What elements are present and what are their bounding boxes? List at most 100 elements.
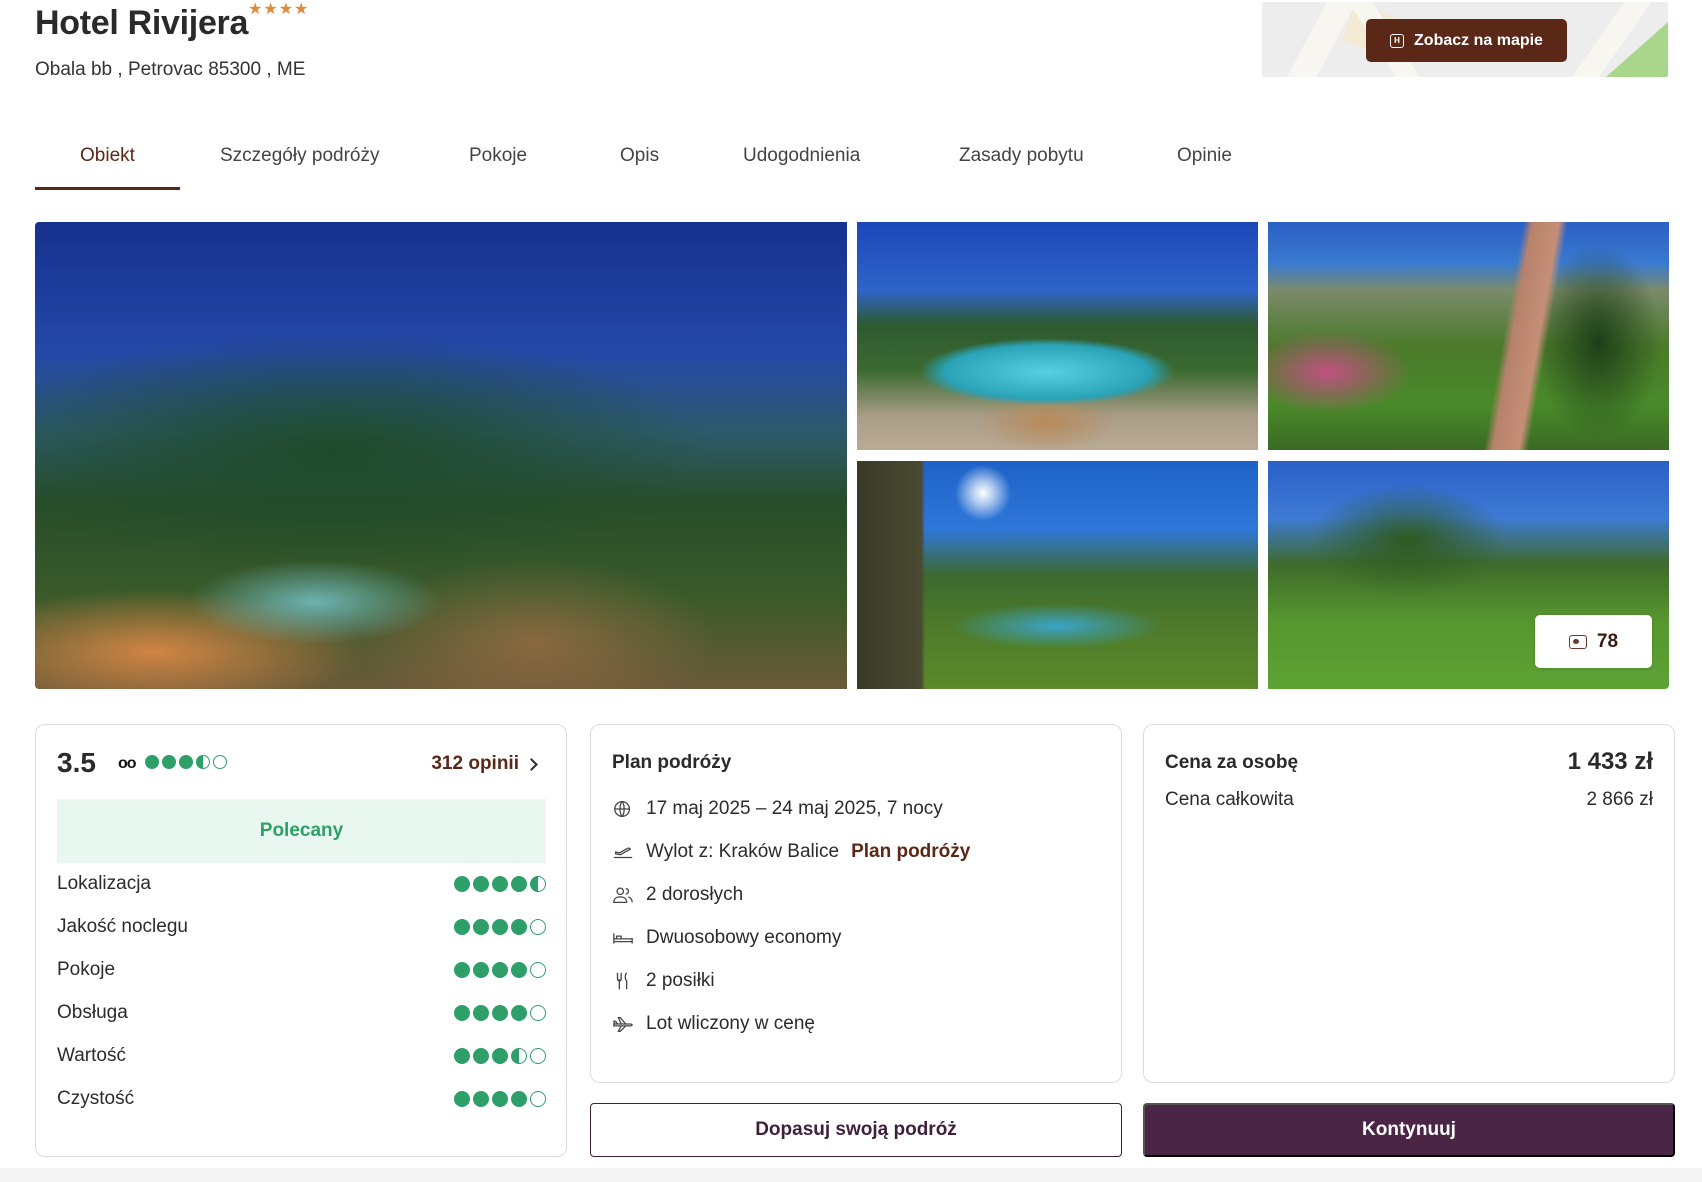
tab-description[interactable]: Opis (588, 128, 705, 190)
map-park (1606, 22, 1668, 77)
cutlery-icon (612, 970, 634, 992)
trip-dates-row: 17 maj 2025 – 24 maj 2025, 7 nocy (612, 798, 943, 820)
criteria-label: Wartość (57, 1045, 126, 1066)
criteria-label: Obsługa (57, 1002, 128, 1023)
room-row: Dwuosobowy economy (612, 927, 841, 949)
show-on-map-label: Zobacz na mapie (1414, 31, 1543, 49)
tab-trip-details[interactable]: Szczegóły podróży (180, 128, 442, 190)
flight-included-row: Lot wliczony w cenę (612, 1013, 815, 1035)
rating-dot (511, 1048, 527, 1064)
rating-dot (473, 876, 489, 892)
criteria-dots (454, 876, 546, 892)
rating-dot (454, 1048, 470, 1064)
gallery-count-button[interactable]: 78 (1535, 615, 1652, 668)
hotel-map-icon: H (1390, 33, 1405, 48)
criteria-dots (454, 1005, 546, 1021)
plane-icon (612, 1013, 634, 1035)
price-per-person-value: 1 433 zł (1567, 748, 1653, 775)
flight-included-text: Lot wliczony w cenę (646, 1013, 815, 1034)
star-rating: ★★★★ (248, 1, 310, 18)
room-text: Dwuosobowy economy (646, 927, 842, 948)
total-price-label: Cena całkowita (1165, 789, 1294, 810)
main-hotel-photo[interactable] (35, 222, 847, 689)
rating-dot (492, 962, 508, 978)
criteria-dots (454, 962, 546, 978)
rating-dot (473, 1005, 489, 1021)
rating-dot (530, 962, 546, 978)
rating-dot (162, 755, 176, 769)
hotel-title: Hotel Rivijera (35, 4, 249, 42)
adjust-trip-button[interactable]: Dopasuj swoją podróż (590, 1103, 1122, 1157)
criteria-dots (454, 919, 546, 935)
price-per-person-label: Cena za osobę (1165, 752, 1299, 773)
rating-dot (511, 1091, 527, 1107)
criteria-row: Czystość (57, 1088, 546, 1110)
rating-dot (511, 1005, 527, 1021)
meals-row: 2 posiłki (612, 970, 715, 992)
departure-text: Wylot z: Kraków Balice (646, 841, 840, 862)
tab-house-rules[interactable]: Zasady pobytu (919, 128, 1137, 190)
criteria-row: Obsługa (57, 1002, 546, 1024)
meals-text: 2 posiłki (646, 970, 715, 991)
chevron-right-icon (525, 757, 538, 771)
continue-button[interactable]: Kontynuuj (1143, 1103, 1675, 1157)
rating-dot (473, 1091, 489, 1107)
page-footer-strip (0, 1168, 1702, 1182)
criteria-label: Czystość (57, 1088, 135, 1109)
tab-obiekt[interactable]: Obiekt (35, 128, 180, 190)
rating-dot (530, 876, 546, 892)
rating-dot (454, 1005, 470, 1021)
rating-dot (213, 755, 227, 769)
garden-path-photo[interactable] (1268, 222, 1669, 450)
criteria-label: Pokoje (57, 959, 116, 980)
rating-dot (530, 1005, 546, 1021)
criteria-label: Jakość noclegu (57, 916, 188, 937)
rating-score: 3.5 (57, 747, 96, 778)
rating-dot (473, 1048, 489, 1064)
gallery-icon (1568, 634, 1587, 649)
gallery-count: 78 (1596, 630, 1619, 652)
criteria-label: Lokalizacja (57, 873, 151, 894)
total-price-value: 2 866 zł (1586, 789, 1653, 810)
trip-dates: 17 maj 2025 – 24 maj 2025, 7 nocy (646, 798, 943, 819)
travellers-row: 2 dorosłych (612, 884, 743, 906)
rating-dot (473, 919, 489, 935)
rating-dot (145, 755, 159, 769)
reviews-link-label: 312 opinii (431, 753, 519, 774)
show-on-map-button[interactable]: H Zobacz na mapie (1366, 19, 1567, 62)
recommended-badge: Polecany (57, 799, 546, 863)
rating-dot (530, 919, 546, 935)
criteria-row: Pokoje (57, 959, 546, 981)
rating-dot (530, 1091, 546, 1107)
criteria-row: Wartość (57, 1045, 546, 1067)
tab-amenities[interactable]: Udogodnienia (705, 128, 919, 190)
trip-plan-card: Plan podróży 17 maj 2025 – 24 maj 2025, … (590, 724, 1122, 1083)
map-preview[interactable]: H Zobacz na mapie (1262, 2, 1668, 77)
rating-dot (473, 962, 489, 978)
criteria-dots (454, 1048, 546, 1064)
tripadvisor-dots (145, 755, 227, 769)
tab-reviews[interactable]: Opinie (1137, 128, 1257, 190)
bed-icon (612, 927, 634, 949)
pool-sun-photo[interactable] (857, 461, 1258, 689)
travellers-text: 2 dorosłych (646, 884, 744, 905)
section-tabs: Obiekt Szczegóły podróży Pokoje Opis Udo… (35, 128, 1257, 190)
rating-dot (492, 1048, 508, 1064)
hotel-address: Obala bb , Petrovac 85300 , ME (35, 59, 306, 80)
rating-dot (492, 1005, 508, 1021)
reviews-link[interactable]: 312 opinii (431, 753, 538, 775)
rating-dot (492, 1091, 508, 1107)
rating-dot (530, 1048, 546, 1064)
criteria-dots (454, 1091, 546, 1107)
criteria-row: Jakość noclegu (57, 916, 546, 938)
departure-row: Wylot z: Kraków Balice Plan podróży (612, 841, 970, 863)
rating-dot (179, 755, 193, 769)
pool-night-photo[interactable] (857, 222, 1258, 450)
trip-plan-link[interactable]: Plan podróży (851, 841, 970, 863)
rating-dot (454, 876, 470, 892)
people-icon (612, 884, 634, 906)
rating-dot (492, 876, 508, 892)
rating-card: 3.5 oo 312 opinii Polecany Lokalizacja J… (35, 724, 567, 1157)
rating-dot (454, 962, 470, 978)
tab-rooms[interactable]: Pokoje (442, 128, 588, 190)
